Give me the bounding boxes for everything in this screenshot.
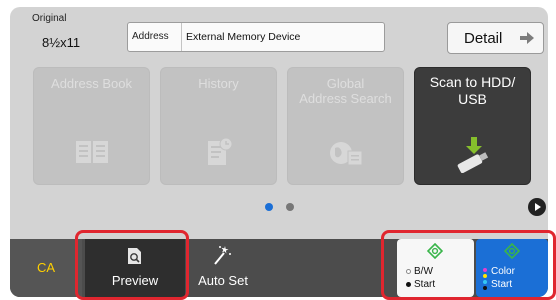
start-diamond-icon <box>504 243 520 259</box>
page-indicator[interactable] <box>286 203 294 211</box>
address-field[interactable]: Address External Memory Device <box>127 22 385 52</box>
tile-label: Global Address Search <box>299 76 392 106</box>
next-page-button[interactable] <box>528 198 546 216</box>
color-start-label: Start <box>491 279 513 290</box>
main-panel: Original 8½x11 Address External Memory D… <box>10 7 548 297</box>
color-label: Color <box>491 266 515 277</box>
address-label: Address <box>128 23 182 51</box>
clear-all-button[interactable]: CA <box>10 239 82 297</box>
auto-set-label: Auto Set <box>198 273 248 288</box>
black-dot-icon <box>483 286 487 290</box>
original-label: Original <box>32 13 67 24</box>
usb-drive-icon <box>457 137 489 173</box>
color-start-button[interactable]: Color Start <box>476 239 548 297</box>
bw-start-label: Start <box>414 279 436 290</box>
tile-label: Scan to HDD/ USB <box>429 74 516 107</box>
original-size-setting[interactable]: Original 8½x11 <box>32 13 122 55</box>
yellow-dot-icon <box>483 274 487 278</box>
address-book-icon <box>76 141 108 163</box>
play-icon <box>535 203 541 211</box>
global-address-search-icon <box>330 142 363 166</box>
white-dot-icon <box>406 269 411 274</box>
black-dot-icon <box>406 282 411 287</box>
tile-label: History <box>198 76 239 91</box>
global-address-search-tile: Global Address Search <box>287 67 404 185</box>
original-size-value: 8½x11 <box>42 35 81 50</box>
detail-button[interactable]: Detail <box>447 22 544 54</box>
address-value: External Memory Device <box>186 31 301 43</box>
page-indicator-active <box>265 203 273 211</box>
magenta-dot-icon <box>483 268 487 272</box>
bw-start-button[interactable]: B/W Start <box>397 239 474 297</box>
start-diamond-icon <box>427 243 443 259</box>
address-book-tile: Address Book <box>33 67 150 185</box>
arrow-right-icon <box>520 32 534 44</box>
magic-wand-icon <box>214 246 231 265</box>
cyan-dot-icon <box>483 280 487 284</box>
scan-to-hdd-usb-tile[interactable]: Scan to HDD/ USB <box>414 67 531 185</box>
preview-button[interactable]: Preview <box>85 239 185 297</box>
tile-label: Address Book <box>51 76 132 91</box>
bw-label: B/W <box>414 266 433 277</box>
history-icon <box>208 137 233 165</box>
preview-label: Preview <box>111 273 159 288</box>
auto-set-button[interactable]: Auto Set <box>193 239 253 297</box>
preview-icon <box>128 248 141 264</box>
history-tile: History <box>160 67 277 185</box>
detail-label: Detail <box>464 30 503 47</box>
bottom-action-bar: CA Preview Auto Set B/W Start Color Star… <box>10 239 548 297</box>
